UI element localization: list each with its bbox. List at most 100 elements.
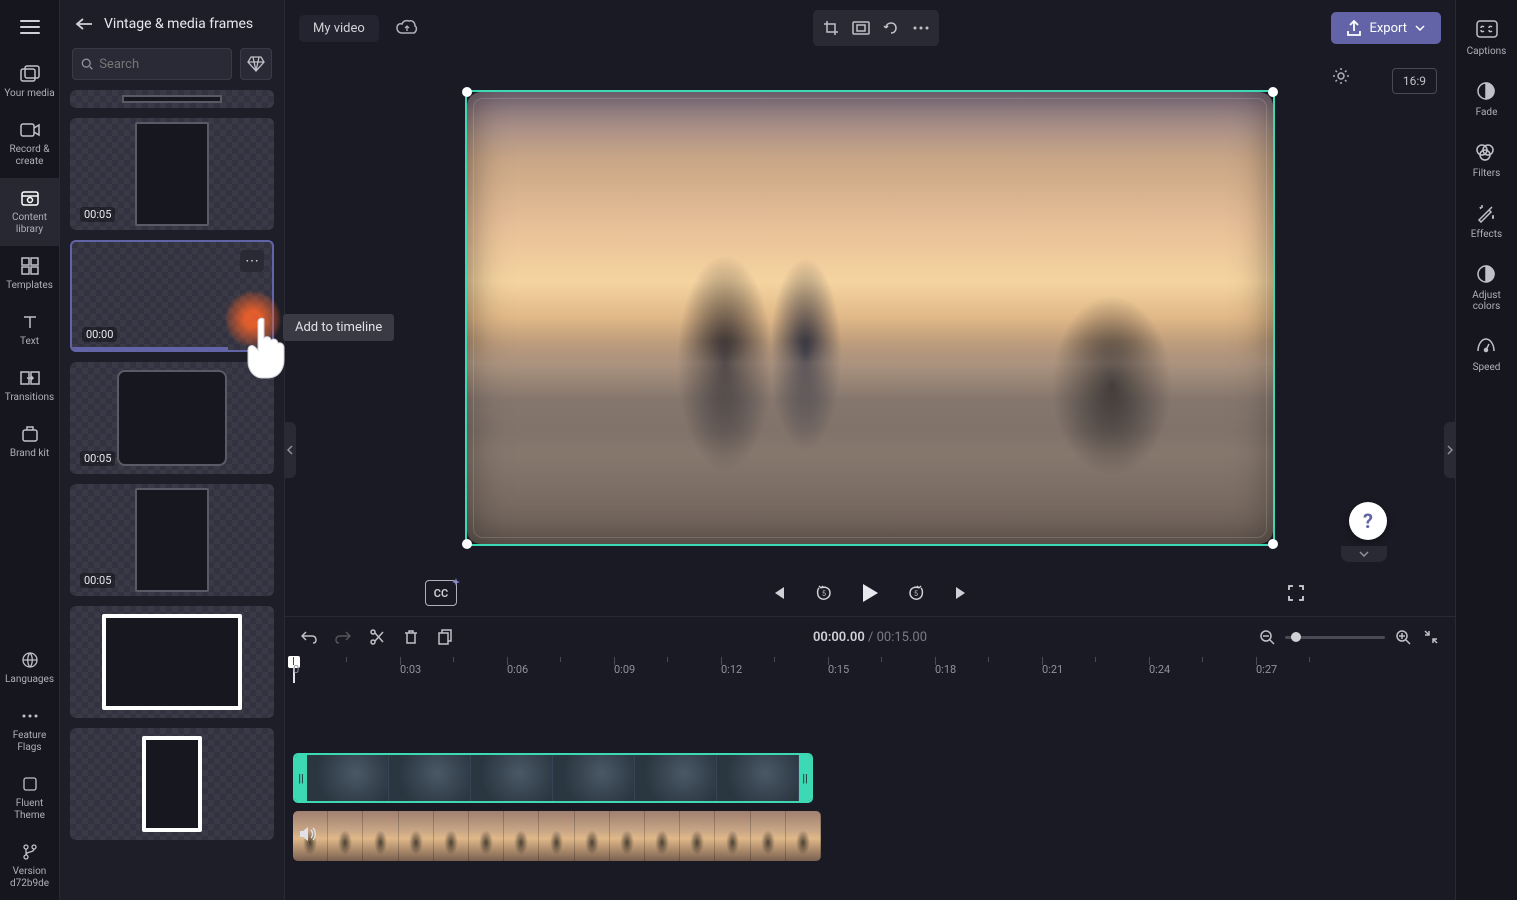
ruler-mark: 0:09 <box>614 663 635 676</box>
frame-thumbnail[interactable] <box>70 90 274 108</box>
fade-icon <box>1476 81 1498 103</box>
gear-icon <box>1331 66 1351 86</box>
rewind-button[interactable]: 5 <box>813 582 835 604</box>
play-icon <box>861 583 879 603</box>
split-button[interactable] <box>367 627 387 647</box>
help-button[interactable]: ? <box>1349 502 1387 540</box>
nav-languages[interactable]: Languages <box>0 640 59 696</box>
branch-icon <box>20 842 40 862</box>
nav-templates[interactable]: Templates <box>0 246 59 302</box>
rr-label: Speed <box>1473 362 1501 373</box>
video-title[interactable]: My video <box>299 15 379 42</box>
sparkle-icon <box>452 578 460 586</box>
frame-thumbnail[interactable]: 00:05 <box>70 484 274 596</box>
clip-handle-left[interactable]: || <box>295 755 307 801</box>
fit-timeline-button[interactable] <box>1421 627 1441 647</box>
aspect-ratio-badge[interactable]: 16:9 <box>1392 68 1437 94</box>
more-button[interactable] <box>907 14 935 42</box>
nav-text[interactable]: Text <box>0 302 59 358</box>
menu-button[interactable] <box>0 0 60 54</box>
nav-label: Feature Flags <box>4 730 55 754</box>
undo-button[interactable] <box>299 627 319 647</box>
crop-button[interactable] <box>817 14 845 42</box>
back-button[interactable] <box>74 14 94 34</box>
nav-version[interactable]: Version d72b9de <box>0 832 59 900</box>
panel-collapse-button[interactable] <box>284 422 296 478</box>
panel-chevron[interactable] <box>1341 546 1387 562</box>
fit-icon <box>852 21 870 35</box>
zoom-in-button[interactable] <box>1393 627 1413 647</box>
nav-feature-flags[interactable]: Feature Flags <box>0 696 59 764</box>
nav-content-library[interactable]: Content library <box>0 178 59 246</box>
duration-badge: 00:00 <box>82 327 117 342</box>
resize-handle[interactable] <box>462 539 472 549</box>
export-button[interactable]: Export <box>1331 12 1441 44</box>
speaker-icon <box>299 826 317 842</box>
nav-label: Version d72b9de <box>4 866 55 890</box>
fullscreen-icon <box>1287 584 1305 602</box>
rr-effects[interactable]: Effects <box>1467 193 1506 250</box>
scissors-icon <box>370 629 384 645</box>
redo-icon <box>335 630 351 644</box>
audio-icon[interactable] <box>299 826 319 846</box>
skip-back-button[interactable] <box>767 582 789 604</box>
zoom-in-icon <box>1395 629 1411 645</box>
play-button[interactable] <box>859 582 881 604</box>
fullscreen-button[interactable] <box>1285 582 1307 604</box>
chevron-right-icon <box>1447 445 1453 455</box>
timeline-clip-overlay[interactable]: || || <box>293 753 813 803</box>
right-rail-collapse-button[interactable] <box>1444 422 1456 478</box>
redo-button[interactable] <box>333 627 353 647</box>
premium-button[interactable] <box>240 48 272 80</box>
chevron-down-icon <box>1359 551 1369 557</box>
preview-canvas[interactable] <box>465 90 1275 546</box>
duplicate-button[interactable] <box>435 627 455 647</box>
frame-thumbnail[interactable]: 00:05 <box>70 118 274 230</box>
clip-handle-right[interactable]: || <box>799 755 811 801</box>
zoom-slider[interactable] <box>1285 636 1385 639</box>
zoom-knob[interactable] <box>1291 632 1301 642</box>
search-input[interactable] <box>99 57 223 72</box>
cloud-sync-button[interactable] <box>393 14 421 42</box>
preview-settings-button[interactable] <box>1331 66 1355 90</box>
text-icon <box>20 312 40 332</box>
rr-filters[interactable]: Filters <box>1469 132 1505 189</box>
frame-preview <box>135 488 209 592</box>
nav-fluent-theme[interactable]: Fluent Theme <box>0 764 59 832</box>
time-display: 00:00.00 / 00:15.00 <box>813 630 927 645</box>
frame-thumbnail[interactable]: 00:05 <box>70 362 274 474</box>
nav-label: Content library <box>4 212 55 236</box>
skip-forward-button[interactable] <box>951 582 973 604</box>
timeline-ruler[interactable]: 00:030:060:090:120:150:180:210:240:27 <box>285 657 1455 683</box>
undo-icon <box>301 630 317 644</box>
nav-your-media[interactable]: Your media <box>0 54 59 110</box>
nav-record-create[interactable]: Record & create <box>0 110 59 178</box>
ruler-mark: 0 <box>293 663 299 676</box>
nav-transitions[interactable]: Transitions <box>0 358 59 414</box>
speed-icon <box>1476 336 1498 358</box>
rr-speed[interactable]: Speed <box>1469 326 1505 383</box>
frame-thumbnail[interactable] <box>70 606 274 718</box>
frame-thumbnail[interactable] <box>70 728 274 840</box>
rr-fade[interactable]: Fade <box>1472 71 1502 128</box>
zoom-out-icon <box>1259 629 1275 645</box>
search-input-wrap[interactable] <box>72 48 232 80</box>
frame-thumbnail-selected[interactable]: ⋯ 00:00 <box>70 240 274 352</box>
resize-handle[interactable] <box>462 87 472 97</box>
delete-button[interactable] <box>401 627 421 647</box>
frame-preview <box>102 614 242 710</box>
rr-adjust-colors[interactable]: Adjust colors <box>1456 254 1517 322</box>
resize-handle[interactable] <box>1268 539 1278 549</box>
rr-captions[interactable]: Captions <box>1463 10 1511 67</box>
rotate-button[interactable] <box>877 14 905 42</box>
resize-handle[interactable] <box>1268 87 1278 97</box>
fit-button[interactable] <box>847 14 875 42</box>
captions-toggle[interactable]: CC <box>425 580 457 606</box>
zoom-out-button[interactable] <box>1257 627 1277 647</box>
frame-options-button[interactable]: ⋯ <box>240 250 264 272</box>
nav-brand-kit[interactable]: Brand kit <box>0 414 59 470</box>
nav-label: Languages <box>5 674 54 686</box>
timeline-clip-video[interactable] <box>293 811 821 861</box>
forward-button[interactable]: 5 <box>905 582 927 604</box>
templates-icon <box>20 256 40 276</box>
